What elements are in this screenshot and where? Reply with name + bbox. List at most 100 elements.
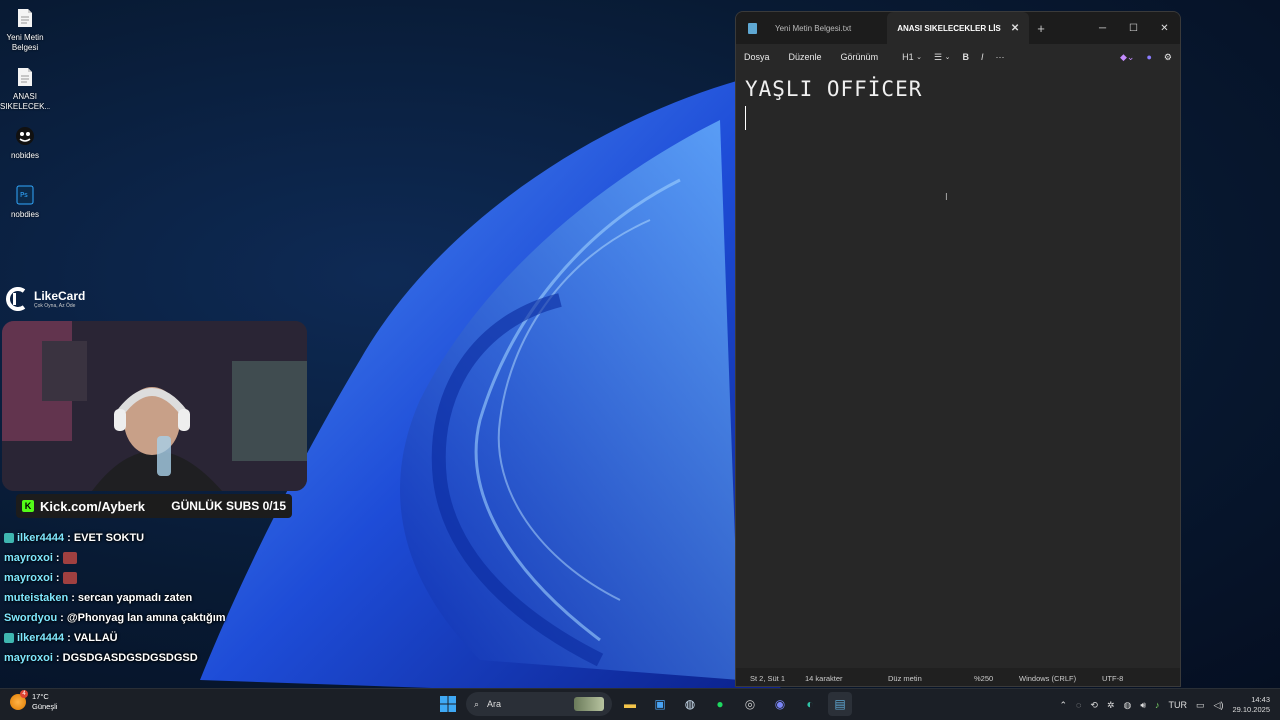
search-placeholder: Ara bbox=[487, 699, 502, 709]
steam-icon[interactable]: ◍ bbox=[678, 692, 702, 716]
taskbar-search[interactable]: ⌕ Ara bbox=[466, 692, 612, 716]
close-tab-icon[interactable]: ✕ bbox=[1011, 23, 1019, 34]
list-dropdown[interactable]: ☰ ⌄ bbox=[934, 52, 950, 63]
editor-content: YAŞLI OFFİCER bbox=[745, 77, 923, 101]
mouse-ibeam-icon: I bbox=[945, 192, 948, 203]
status-encoding: UTF-8 bbox=[1102, 673, 1124, 683]
desktop-icon-yeni-metin[interactable]: Yeni Metin Belgesi bbox=[0, 4, 50, 61]
chat-overlay: ilker4444 : EVET SOKTU mayroxoi : mayrox… bbox=[4, 518, 304, 686]
chat-user: mayroxoi bbox=[4, 552, 53, 564]
close-icon[interactable]: ✕ bbox=[1149, 12, 1180, 44]
tray-app-icon[interactable]: ◌ bbox=[1076, 700, 1081, 710]
chat-user: muteistaken bbox=[4, 592, 69, 604]
desktop-icon-nobides[interactable]: nobides bbox=[0, 122, 50, 179]
tab-label: Yeni Metin Belgesi.txt bbox=[775, 23, 852, 33]
chat-line: Swordyou : @Phonyag lan amına çaktığım bbox=[4, 608, 304, 628]
chat-line: mayroxoi : DGSDGASDGSDGSDGSD bbox=[4, 648, 304, 668]
menu-gorunum[interactable]: Görünüm bbox=[841, 52, 879, 62]
text-caret bbox=[745, 106, 746, 130]
maximize-icon[interactable]: ☐ bbox=[1118, 12, 1149, 44]
discord-icon[interactable]: ◉ bbox=[768, 692, 792, 716]
subs-goal: GÜNLÜK SUBS 0/15 bbox=[171, 499, 286, 513]
status-line-ending: Windows (CRLF) bbox=[1019, 673, 1077, 683]
chat-message: : @Phonyag lan amına çaktığım bbox=[60, 612, 226, 624]
speaker-icon[interactable]: ◁) bbox=[1214, 700, 1224, 711]
desktop-icon-nobdies[interactable]: Ps nobdies bbox=[0, 181, 50, 238]
text-file-icon bbox=[14, 65, 36, 89]
chat-message: : sercan yapmadı zaten bbox=[71, 592, 193, 604]
menu-dosya[interactable]: Dosya bbox=[744, 52, 770, 62]
desktop-icon-label: Yeni Metin Belgesi bbox=[6, 33, 44, 52]
window-controls: ─ ☐ ✕ bbox=[1087, 12, 1180, 44]
chat-badge-icon bbox=[4, 633, 14, 643]
chat-line: muteistaken : sercan yapmadı zaten bbox=[4, 588, 304, 608]
start-button[interactable] bbox=[436, 692, 460, 716]
chat-badge-icon bbox=[4, 533, 14, 543]
menu-duzenle[interactable]: Düzenle bbox=[789, 52, 822, 62]
account-icon[interactable]: ● bbox=[1146, 52, 1151, 62]
status-position: St 2, Süt 1 bbox=[750, 673, 786, 683]
tab-anasi-listesi[interactable]: ANASI SIKELECEKLER LİSTESİ ✕ bbox=[887, 12, 1030, 44]
notepad-icon bbox=[748, 22, 757, 34]
clock[interactable]: 14:43 29.10.2025 bbox=[1232, 695, 1270, 715]
notepad-titlebar[interactable]: Yeni Metin Belgesi.txt ANASI SIKELECEKLE… bbox=[736, 12, 1180, 44]
system-tray: ⌃ ◌ ⟲ ✲ ◍ 🔊︎ ♪ TUR ▭ ◁) 14:43 29.10.2025 bbox=[1059, 689, 1270, 720]
steam-tray-icon[interactable]: ◍ bbox=[1123, 700, 1131, 711]
svg-text:Ps: Ps bbox=[20, 191, 28, 199]
sun-icon: 4 bbox=[10, 690, 28, 710]
chevron-up-icon[interactable]: ⌃ bbox=[1059, 700, 1067, 711]
clock-date: 29.10.2025 bbox=[1232, 705, 1270, 714]
photoshop-file-icon: Ps bbox=[14, 183, 36, 207]
more-options-icon[interactable]: ··· bbox=[995, 52, 1004, 62]
chat-emote-icon bbox=[62, 572, 77, 584]
notepad-editor[interactable]: YAŞLI OFFİCER I bbox=[736, 70, 1180, 668]
settings-icon[interactable]: ⚙ bbox=[1164, 52, 1172, 63]
webcam-overlay bbox=[2, 321, 307, 491]
search-icon: ⌕ bbox=[474, 698, 480, 709]
desktop-icon-label: nobdies bbox=[10, 210, 40, 219]
chat-line: ilker4444 : EVET SOKTU bbox=[4, 528, 304, 548]
display-icon[interactable]: ▭ bbox=[1196, 700, 1205, 711]
chat-user: mayroxoi bbox=[4, 652, 53, 664]
tab-label: ANASI SIKELECEKLER LİSTESİ bbox=[897, 23, 1001, 33]
notepad-statusbar: St 2, Süt 1 14 karakter Düz metin %250 W… bbox=[736, 668, 1180, 686]
tab-yeni-metin[interactable]: Yeni Metin Belgesi.txt bbox=[738, 12, 861, 44]
chat-message: : EVET SOKTU bbox=[67, 532, 145, 544]
edge-icon[interactable]: ◐ bbox=[798, 692, 822, 716]
weather-alert-badge: 4 bbox=[20, 690, 28, 698]
heading-dropdown[interactable]: H1 ⌄ bbox=[902, 52, 922, 62]
minimize-icon[interactable]: ─ bbox=[1087, 12, 1118, 44]
chat-user: ilker4444 bbox=[17, 632, 65, 644]
microphone-icon[interactable]: ♪ bbox=[1155, 700, 1160, 710]
copilot-icon[interactable]: ◆⌄ bbox=[1120, 52, 1134, 63]
status-zoom[interactable]: %250 bbox=[974, 674, 1019, 683]
bold-button[interactable]: B bbox=[962, 52, 969, 62]
weather-widget[interactable]: 4 17°C Güneşli bbox=[10, 690, 57, 712]
list-icon: ☰ bbox=[933, 51, 943, 62]
chevron-down-icon: ⌄ bbox=[944, 54, 951, 61]
notepad-taskbar-icon[interactable]: ▤ bbox=[828, 692, 852, 716]
volume-icon[interactable]: 🔊︎ bbox=[1140, 700, 1146, 711]
chrome-app-icon[interactable]: ◎ bbox=[738, 692, 762, 716]
italic-button[interactable]: I bbox=[981, 52, 984, 62]
likecard-icon bbox=[6, 287, 26, 311]
tray-app-icon[interactable]: ⟲ bbox=[1090, 700, 1098, 711]
chat-user: Swordyou bbox=[4, 612, 58, 624]
language-indicator[interactable]: TUR bbox=[1169, 700, 1188, 710]
kick-url: Kick.com/Ayberk bbox=[40, 498, 146, 514]
photos-app-icon[interactable]: ▣ bbox=[648, 692, 672, 716]
notepad-window: Yeni Metin Belgesi.txt ANASI SIKELECEKLE… bbox=[735, 11, 1181, 687]
chat-message: : bbox=[55, 552, 60, 564]
tray-app-icon[interactable]: ✲ bbox=[1107, 700, 1115, 711]
desktop-icon-anasi[interactable]: ANASI SIKELECEK... bbox=[0, 63, 50, 120]
desktop-icon-label: nobides bbox=[10, 151, 40, 160]
streamer-webcam-image bbox=[2, 321, 307, 491]
chat-message: : VALLAÜ bbox=[67, 632, 118, 644]
chevron-down-icon: ⌄ bbox=[916, 54, 922, 61]
file-explorer-icon[interactable]: ▬ bbox=[618, 692, 642, 716]
desktop-icons: Yeni Metin Belgesi ANASI SIKELECEK... no… bbox=[0, 4, 50, 240]
new-tab-icon[interactable]: + bbox=[1029, 21, 1053, 36]
spotify-icon[interactable]: ● bbox=[708, 692, 732, 716]
chat-line-partial bbox=[4, 518, 304, 528]
chat-user: ilker4444 bbox=[17, 532, 65, 544]
